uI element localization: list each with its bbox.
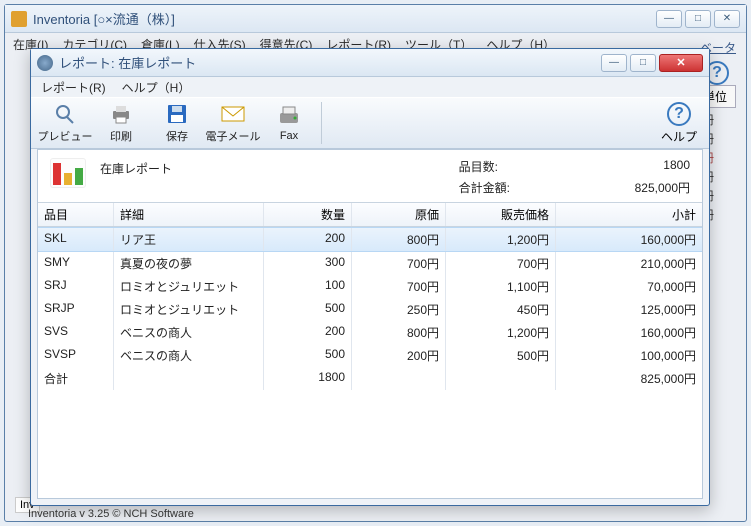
- fax-icon: [276, 104, 302, 128]
- table-row[interactable]: SVSベニスの商人200800円1,200円160,000円: [38, 321, 702, 344]
- help-icon: ?: [667, 102, 691, 126]
- save-button[interactable]: 保存: [149, 100, 205, 146]
- col-code[interactable]: 品目: [38, 203, 114, 226]
- table-row[interactable]: SRJロミオとジュリエット100700円1,100円70,000円: [38, 275, 702, 298]
- count-label: 品目数:: [459, 158, 510, 175]
- table-row[interactable]: SVSPベニスの商人500200円500円100,000円: [38, 344, 702, 367]
- col-sub[interactable]: 小計: [556, 203, 702, 226]
- report-title: レポート: 在庫レポート: [59, 53, 601, 72]
- envelope-icon: [220, 102, 246, 126]
- table-row[interactable]: SKLリア王200800円1,200円160,000円: [38, 227, 702, 252]
- report-minimize-button[interactable]: ―: [601, 54, 627, 72]
- report-window: レポート: 在庫レポート ― □ ✕ レポート(R) ヘルプ（H） プレビュー …: [30, 48, 710, 506]
- preview-button[interactable]: プレビュー: [37, 100, 93, 146]
- printer-icon: [108, 102, 134, 126]
- report-menu-help[interactable]: ヘルプ（H）: [122, 79, 191, 96]
- table-row[interactable]: SMY真夏の夜の夢300700円700円210,000円: [38, 252, 702, 275]
- summary-row: 在庫レポート 品目数: 1800 合計金額: 825,000円: [38, 150, 702, 202]
- floppy-icon: [164, 102, 190, 126]
- col-qty[interactable]: 数量: [264, 203, 352, 226]
- toolbar-help-button[interactable]: ? ヘルプ: [655, 102, 703, 145]
- col-desc[interactable]: 詳細: [114, 203, 264, 226]
- toolbar-separator: [321, 102, 322, 144]
- toolbar: プレビュー 印刷 保存 電子メール Fax ? ヘルプ: [31, 97, 709, 149]
- report-titlebar: レポート: 在庫レポート ― □ ✕: [31, 49, 709, 77]
- report-menu-report[interactable]: レポート(R): [41, 79, 106, 96]
- report-maximize-button[interactable]: □: [630, 54, 656, 72]
- maximize-button[interactable]: □: [685, 10, 711, 28]
- minimize-button[interactable]: ―: [656, 10, 682, 28]
- email-button[interactable]: 電子メール: [205, 100, 261, 146]
- report-close-button[interactable]: ✕: [659, 54, 703, 72]
- count-value: 1800: [550, 158, 690, 175]
- report-menu: レポート(R) ヘルプ（H）: [31, 77, 709, 97]
- grid-body: SKLリア王200800円1,200円160,000円SMY真夏の夜の夢3007…: [38, 227, 702, 390]
- app-icon: [11, 11, 27, 27]
- print-button[interactable]: 印刷: [93, 100, 149, 146]
- grid-header: 品目 詳細 数量 原価 販売価格 小計: [38, 202, 702, 227]
- col-cost[interactable]: 原価: [352, 203, 446, 226]
- fax-button[interactable]: Fax: [261, 102, 317, 144]
- col-price[interactable]: 販売価格: [446, 203, 556, 226]
- main-titlebar: Inventoria [○×流通（株）] ― □ ✕: [5, 5, 746, 33]
- table-row[interactable]: SRJPロミオとジュリエット500250円450円125,000円: [38, 298, 702, 321]
- report-body: 在庫レポート 品目数: 1800 合計金額: 825,000円 品目 詳細 数量…: [37, 149, 703, 499]
- close-button[interactable]: ✕: [714, 10, 740, 28]
- magnifier-icon: [52, 102, 78, 126]
- chart-icon: [50, 158, 86, 188]
- copyright: Inventoria v 3.25 © NCH Software: [28, 508, 194, 520]
- main-title: Inventoria [○×流通（株）]: [33, 9, 656, 28]
- report-icon: [37, 55, 53, 71]
- summary-title: 在庫レポート: [100, 158, 445, 177]
- total-value: 825,000円: [550, 179, 690, 196]
- table-total-row: 合計1800825,000円: [38, 367, 702, 390]
- total-label: 合計金額:: [459, 179, 510, 196]
